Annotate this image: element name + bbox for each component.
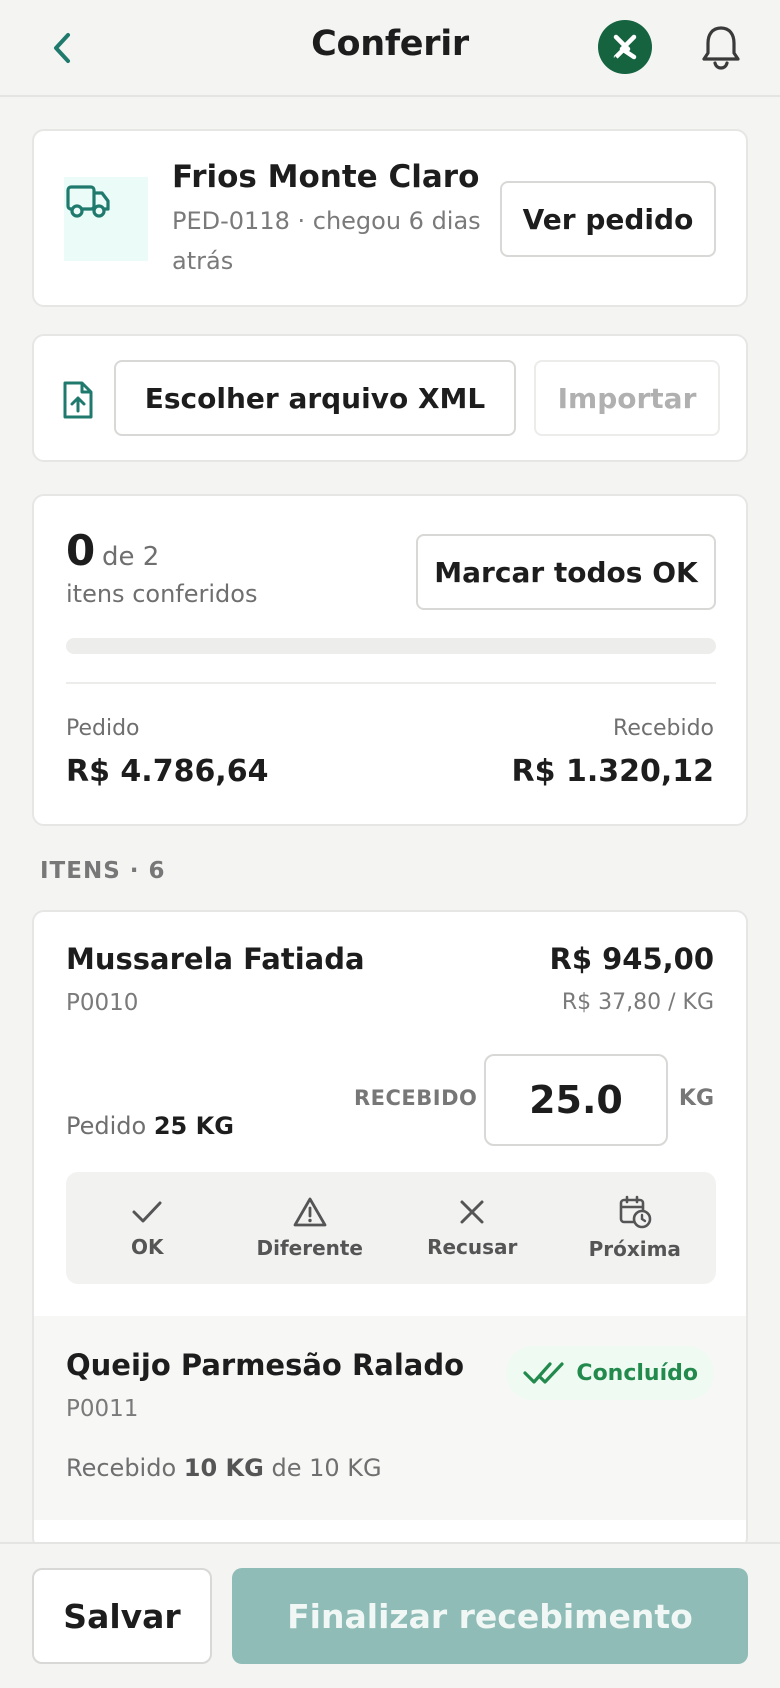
ordered-total-label: Pedido <box>66 716 140 741</box>
import-button[interactable]: Importar <box>534 360 720 436</box>
refuse-action-button[interactable]: Recusar <box>391 1172 554 1284</box>
top-app-bar: Conferir <box>0 0 780 97</box>
received-total-label: Recebido <box>613 716 714 741</box>
ordered-total-value: R$ 4.786,64 <box>66 754 269 789</box>
save-button[interactable]: Salvar <box>32 1568 212 1664</box>
items-section-heading: ITENS · 6 <box>40 858 166 884</box>
divider <box>66 682 716 684</box>
summary-card: 0 de 2 itens conferidos Marcar todos OK … <box>32 494 748 826</box>
received-qty: 10 KG <box>183 1454 264 1482</box>
item-action-bar: OK Diferente Recusar Próxima <box>66 1172 716 1284</box>
item-code: P0011 <box>66 1396 139 1422</box>
progress-bar <box>66 638 716 654</box>
view-order-button[interactable]: Ver pedido <box>500 181 716 257</box>
warning-triangle-icon <box>293 1197 327 1227</box>
truck-icon <box>66 185 110 218</box>
order-meta: PED-0118 · chegou 6 dias atrás <box>172 207 481 275</box>
action-label: Diferente <box>256 1236 363 1260</box>
item-code: P0010 <box>66 990 139 1016</box>
bell-icon <box>702 26 740 70</box>
received-qty-input[interactable] <box>484 1054 668 1146</box>
item-unit-price: R$ 37,80 / KG <box>561 990 714 1015</box>
whatsapp-button[interactable] <box>598 20 652 74</box>
ok-action-button[interactable]: OK <box>66 1172 229 1284</box>
action-label: Recusar <box>427 1235 518 1259</box>
xml-import-card: Escolher arquivo XML Importar <box>32 334 748 462</box>
next-delivery-action-button[interactable]: Próxima <box>554 1172 717 1284</box>
calendar-clock-icon <box>619 1195 652 1229</box>
x-icon <box>460 1200 484 1224</box>
action-label: OK <box>131 1235 164 1259</box>
item-row[interactable]: Queijo Parmesão Ralado P0011 Concluído R… <box>34 1316 746 1520</box>
item-ordered-value: 25 KG <box>153 1112 234 1140</box>
double-check-icon <box>523 1362 565 1384</box>
check-icon <box>132 1201 162 1223</box>
notifications-button[interactable] <box>696 22 746 72</box>
received-suffix: de 10 KG <box>271 1454 382 1482</box>
choose-xml-button[interactable]: Escolher arquivo XML <box>114 360 516 436</box>
whatsapp-logo-icon <box>612 34 637 63</box>
item-ordered-prefix: Pedido <box>66 1112 147 1140</box>
qty-unit: KG <box>678 1086 714 1111</box>
truck-icon-tile <box>64 177 148 261</box>
checked-count: 0 <box>66 526 96 575</box>
item-ordered-qty: Pedido 25 KG <box>66 1112 234 1140</box>
status-label: Concluído <box>576 1360 698 1386</box>
supplier-card: Frios Monte Claro PED-0118 · chegou 6 di… <box>32 129 748 307</box>
item-name: Mussarela Fatiada <box>66 942 365 976</box>
action-label: Próxima <box>588 1237 681 1261</box>
item-name: Queijo Parmesão Ralado <box>66 1348 465 1382</box>
received-prefix: Recebido <box>66 1454 177 1482</box>
received-label: RECEBIDO <box>354 1086 478 1110</box>
received-total-value: R$ 1.320,12 <box>511 754 714 789</box>
finish-receiving-button[interactable]: Finalizar recebimento <box>232 1568 748 1664</box>
bottom-action-bar: Salvar Finalizar recebimento <box>0 1542 780 1688</box>
status-badge: Concluído <box>506 1346 714 1400</box>
mark-all-ok-button[interactable]: Marcar todos OK <box>416 534 716 610</box>
file-upload-icon <box>63 381 93 419</box>
item-received-summary: Recebido 10 KG de 10 KG <box>66 1454 382 1482</box>
total-count: de 2 <box>102 542 160 572</box>
supplier-name: Frios Monte Claro <box>172 159 480 195</box>
different-action-button[interactable]: Diferente <box>229 1172 392 1284</box>
item-total: R$ 945,00 <box>549 942 714 976</box>
page-title: Conferir <box>311 24 469 64</box>
checked-label: itens conferidos <box>66 580 258 608</box>
items-list: Mussarela Fatiada P0010 R$ 945,00 R$ 37,… <box>32 910 748 1550</box>
